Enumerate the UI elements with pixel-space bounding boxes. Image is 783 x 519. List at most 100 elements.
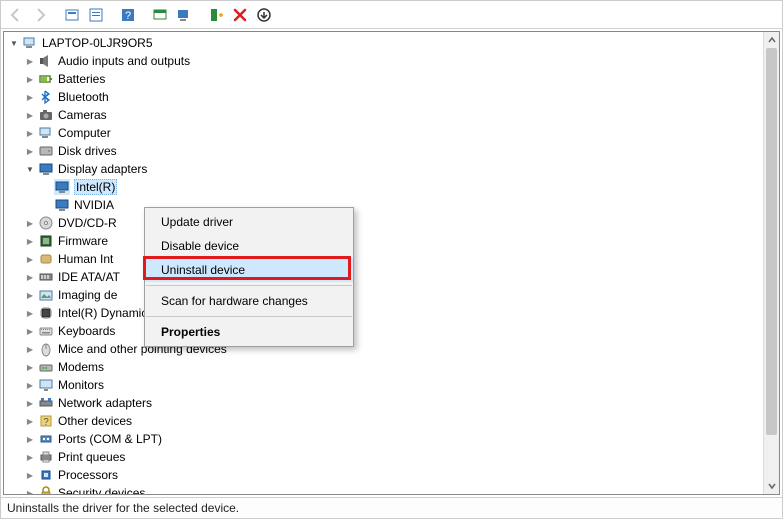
- context-menu-item[interactable]: Update driver: [145, 210, 353, 234]
- tree-category[interactable]: Ports (COM & LPT): [4, 430, 779, 448]
- tree-category[interactable]: Modems: [4, 358, 779, 376]
- tree-item-label: Audio inputs and outputs: [58, 54, 190, 68]
- expand-toggle[interactable]: [24, 487, 36, 495]
- forward-button[interactable]: [29, 4, 51, 26]
- display-icon: [54, 197, 70, 213]
- context-menu-item[interactable]: Uninstall device: [145, 258, 353, 282]
- context-menu-item[interactable]: Scan for hardware changes: [145, 289, 353, 313]
- monitor-icon: [38, 377, 54, 393]
- expand-toggle[interactable]: [24, 55, 36, 67]
- toolbar-separator: [109, 4, 115, 26]
- tree-category[interactable]: Print queues: [4, 448, 779, 466]
- context-menu-item[interactable]: Disable device: [145, 234, 353, 258]
- expand-toggle[interactable]: [24, 217, 36, 229]
- tree-device[interactable]: NVIDIA: [4, 196, 779, 214]
- more-actions-button[interactable]: [253, 4, 275, 26]
- hid-icon: [38, 251, 54, 267]
- display-icon: [54, 179, 70, 195]
- tree-category[interactable]: Imaging de: [4, 286, 779, 304]
- computer-icon: [38, 125, 54, 141]
- tree-category[interactable]: Intel(R) Dynamic Platform and Thermal Fr…: [4, 304, 779, 322]
- tree-category[interactable]: Audio inputs and outputs: [4, 52, 779, 70]
- tree-item-label: Disk drives: [58, 144, 117, 158]
- tree-category[interactable]: Mice and other pointing devices: [4, 340, 779, 358]
- toolbar-separator: [197, 4, 203, 26]
- svg-text:?: ?: [43, 417, 49, 428]
- scroll-thumb[interactable]: [766, 48, 777, 435]
- tree-category[interactable]: Firmware: [4, 232, 779, 250]
- device-tree[interactable]: LAPTOP-0LJR9OR5 Audio inputs and outputs B…: [3, 31, 780, 495]
- scroll-track[interactable]: [764, 48, 779, 478]
- tree-category[interactable]: Disk drives: [4, 142, 779, 160]
- tree-category[interactable]: Display adapters: [4, 160, 779, 178]
- tree-category[interactable]: Monitors: [4, 376, 779, 394]
- add-legacy-button[interactable]: [205, 4, 227, 26]
- tree-category[interactable]: DVD/CD-R: [4, 214, 779, 232]
- context-menu-item[interactable]: Properties: [145, 320, 353, 344]
- tree-category[interactable]: IDE ATA/AT: [4, 268, 779, 286]
- expand-toggle[interactable]: [24, 343, 36, 355]
- tree-category[interactable]: Processors: [4, 466, 779, 484]
- properties-button[interactable]: [85, 4, 107, 26]
- dvd-icon: [38, 215, 54, 231]
- expand-toggle[interactable]: [24, 451, 36, 463]
- network-icon: [38, 395, 54, 411]
- expand-toggle[interactable]: [24, 109, 36, 121]
- expand-toggle[interactable]: [24, 73, 36, 85]
- expand-toggle[interactable]: [24, 91, 36, 103]
- speaker-icon: [38, 53, 54, 69]
- toolbar-separator: [141, 4, 147, 26]
- battery-icon: [38, 71, 54, 87]
- security-icon: [38, 485, 54, 495]
- help-button[interactable]: ?: [117, 4, 139, 26]
- expand-toggle[interactable]: [24, 397, 36, 409]
- expand-toggle[interactable]: [24, 145, 36, 157]
- expand-toggle[interactable]: [24, 361, 36, 373]
- tree-category[interactable]: Computer: [4, 124, 779, 142]
- expand-toggle[interactable]: [24, 307, 36, 319]
- show-hidden-devices-button[interactable]: [61, 4, 83, 26]
- tree-category[interactable]: Batteries: [4, 70, 779, 88]
- tree-category[interactable]: Security devices: [4, 484, 779, 495]
- expand-toggle[interactable]: [24, 325, 36, 337]
- uninstall-button[interactable]: [229, 4, 251, 26]
- expand-toggle[interactable]: [24, 469, 36, 481]
- expand-toggle[interactable]: [24, 271, 36, 283]
- port-icon: [38, 431, 54, 447]
- expand-toggle[interactable]: [24, 127, 36, 139]
- chip-icon: [38, 305, 54, 321]
- computer-root-icon: [22, 35, 38, 51]
- tree-item-label: Print queues: [58, 450, 125, 464]
- toolbar: ?: [1, 1, 782, 29]
- expand-toggle[interactable]: [24, 253, 36, 265]
- back-button[interactable]: [5, 4, 27, 26]
- expand-toggle[interactable]: [24, 379, 36, 391]
- scan-hardware-button[interactable]: [173, 4, 195, 26]
- scroll-down-button[interactable]: [764, 478, 779, 494]
- toolbar-separator: [53, 4, 59, 26]
- tree-item-label: Computer: [58, 126, 111, 140]
- tree-category[interactable]: Bluetooth: [4, 88, 779, 106]
- tree-device[interactable]: Intel(R): [4, 178, 779, 196]
- scroll-up-button[interactable]: [764, 32, 779, 48]
- tree-category[interactable]: Cameras: [4, 106, 779, 124]
- expand-toggle[interactable]: [24, 163, 36, 175]
- tree-item-label: Modems: [58, 360, 104, 374]
- mouse-icon: [38, 341, 54, 357]
- tree-item-label: Display adapters: [58, 162, 147, 176]
- expand-toggle[interactable]: [8, 37, 20, 49]
- tree-category[interactable]: Keyboards: [4, 322, 779, 340]
- view-button[interactable]: [149, 4, 171, 26]
- tree-category[interactable]: Human Int: [4, 250, 779, 268]
- tree-root[interactable]: LAPTOP-0LJR9OR5: [4, 34, 779, 52]
- expand-toggle[interactable]: [24, 415, 36, 427]
- expand-toggle[interactable]: [24, 289, 36, 301]
- tree-item-label: Keyboards: [58, 324, 115, 338]
- printer-icon: [38, 449, 54, 465]
- tree-item-label: Bluetooth: [58, 90, 109, 104]
- vertical-scrollbar[interactable]: [763, 32, 779, 494]
- tree-category[interactable]: ?Other devices: [4, 412, 779, 430]
- tree-category[interactable]: Network adapters: [4, 394, 779, 412]
- expand-toggle[interactable]: [24, 235, 36, 247]
- expand-toggle[interactable]: [24, 433, 36, 445]
